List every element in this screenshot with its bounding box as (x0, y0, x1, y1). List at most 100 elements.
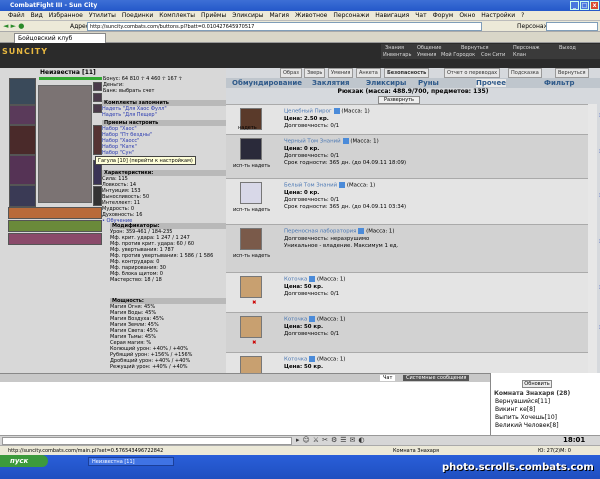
address-input[interactable]: http://suncity.combats.com/buttons.pl?ba… (87, 22, 482, 31)
chat-input[interactable] (2, 437, 292, 445)
belt-slot[interactable] (9, 185, 36, 207)
slot-row-1[interactable] (8, 207, 102, 219)
nav-return[interactable]: Вернуться (461, 45, 489, 51)
menu-sets[interactable]: Комплекты (159, 12, 195, 19)
cat-filter[interactable]: Фильтр (544, 79, 574, 87)
ring-slot-3[interactable] (93, 104, 102, 113)
chat-log[interactable] (0, 382, 490, 435)
maximize-button[interactable]: □ (580, 1, 589, 10)
bracers-slot[interactable] (9, 105, 36, 125)
subtab-skills[interactable]: Умения (328, 68, 354, 78)
cat-equipment[interactable]: Обмундирование (232, 79, 302, 87)
search-input[interactable] (546, 22, 598, 31)
taskbar-item[interactable]: Неизвестна [11] (88, 457, 174, 466)
weapon-slot[interactable] (9, 125, 36, 155)
use-button[interactable]: исп-ть надеть (233, 253, 270, 260)
armor-slot[interactable] (9, 155, 36, 185)
item-name[interactable]: Белый Том Знаний (284, 183, 337, 189)
info-icon[interactable] (358, 228, 365, 234)
item-icon[interactable] (240, 356, 262, 373)
cat-runes[interactable]: Руны (418, 79, 439, 87)
subtab-image[interactable]: Образ (280, 68, 302, 78)
subtab-transfers[interactable]: Отчет о переводах (444, 68, 501, 78)
room-player[interactable]: Вернувшийся[11] (495, 398, 550, 406)
subtab-pet[interactable]: Зверь (304, 68, 326, 78)
slot-row-3[interactable] (8, 233, 102, 245)
menu-tricks[interactable]: Приёмы (201, 12, 226, 19)
menu-magic[interactable]: Магия (269, 12, 289, 19)
set-link[interactable]: Надеть "Для Пещер" (102, 112, 226, 118)
menu-help[interactable]: ? (521, 12, 524, 19)
use-button[interactable]: исп-ть надеть (233, 207, 270, 214)
info-icon[interactable] (339, 182, 346, 188)
item-name[interactable]: Коточка (284, 317, 307, 323)
slot-row-2[interactable] (8, 220, 102, 232)
menu-window[interactable]: Окно (459, 12, 475, 19)
menu-elixirs[interactable]: Эликсиры (232, 12, 263, 19)
close-button[interactable]: x (590, 1, 599, 10)
item-name[interactable]: Целебный Пирог (284, 109, 332, 115)
offhand-slot[interactable] (93, 125, 102, 155)
boots-slot[interactable] (93, 186, 102, 206)
room-player[interactable]: Выпить Хочешь[10] (495, 414, 557, 422)
menu-chat[interactable]: Чат (415, 12, 426, 19)
start-button[interactable]: пуск (0, 455, 48, 467)
nav-skills[interactable]: Умения (417, 52, 436, 58)
menu-view[interactable]: Вид (31, 12, 43, 19)
nav-exit[interactable]: Выход (559, 45, 576, 51)
helmet-slot[interactable] (9, 78, 36, 105)
use-button[interactable]: исп-ть надеть (233, 163, 270, 170)
menu-settings[interactable]: Настройки (481, 12, 515, 19)
stat-bank[interactable]: Банк: выбрать счет (103, 88, 225, 94)
item-name[interactable]: Коточка (284, 277, 307, 283)
minimize-button[interactable]: _ (570, 1, 579, 10)
cat-spells[interactable]: Заклятия (312, 79, 350, 87)
room-player[interactable]: Викинг ке[8] (495, 406, 535, 414)
delete-icon[interactable]: ✖ (252, 340, 257, 347)
menu-chars[interactable]: Персонажи (333, 12, 369, 19)
item-name[interactable]: Коточка (284, 357, 307, 363)
delete-icon[interactable]: ✖ (252, 300, 257, 307)
nav-talk[interactable]: Общение (417, 45, 441, 51)
nav-clan[interactable]: Клан (513, 52, 526, 58)
subtab-profile[interactable]: Анкета (356, 68, 381, 78)
info-icon[interactable] (309, 356, 316, 362)
refresh-button[interactable]: Обновить (522, 380, 552, 388)
menu-forum[interactable]: Форум (433, 12, 454, 19)
nav-mytown[interactable]: Мой Городок (441, 52, 475, 58)
tab-chat[interactable]: Чат (380, 375, 396, 381)
menu-favorites[interactable]: Избранное (49, 12, 83, 19)
subtab-return[interactable]: Вернуться (555, 68, 589, 78)
ring-slot-1[interactable] (93, 82, 102, 91)
item-icon[interactable] (240, 316, 262, 338)
subtab-hint[interactable]: Подсказка (508, 68, 542, 78)
info-icon[interactable] (309, 316, 316, 322)
item-icon[interactable] (240, 182, 262, 204)
cat-other[interactable]: Прочее (476, 79, 506, 87)
item-icon[interactable] (240, 138, 262, 160)
nav-knowledge[interactable]: Знания (385, 45, 404, 51)
item-name[interactable]: Переносная лаборатория (284, 229, 356, 235)
tab-system-messages[interactable]: Системные сообщения (403, 375, 470, 381)
item-name[interactable]: Черный Том Знаний (284, 139, 341, 145)
item-icon[interactable] (240, 228, 262, 250)
chat-tool-icons[interactable]: ▸☺⚔✂⚙☰✉◐ (296, 436, 367, 444)
nav-character[interactable]: Персонаж (513, 45, 540, 51)
expand-all-button[interactable]: Развернуть всё (378, 96, 420, 109)
room-player[interactable]: Великий Человек[8] (495, 422, 559, 430)
inventory-scrollbar[interactable] (588, 104, 597, 373)
menu-file[interactable]: Файл (8, 12, 25, 19)
nav-suncity[interactable]: Сон Сити (481, 52, 505, 58)
menu-fights[interactable]: Поединки (122, 12, 153, 19)
back-icon[interactable]: ◄ ► ● (3, 22, 24, 30)
menu-utils[interactable]: Утилиты (89, 12, 116, 19)
item-icon[interactable] (240, 276, 262, 298)
info-icon[interactable] (309, 276, 316, 282)
tab-club[interactable]: Бойцовский клуб (14, 33, 106, 43)
info-icon[interactable] (333, 108, 340, 114)
nav-inventory[interactable]: Инвентарь (383, 52, 411, 58)
info-icon[interactable] (342, 138, 349, 144)
cat-elixirs[interactable]: Эликсиры (366, 79, 406, 87)
menu-nav[interactable]: Навигация (375, 12, 409, 19)
subtab-security[interactable]: Безопасность (384, 68, 430, 78)
